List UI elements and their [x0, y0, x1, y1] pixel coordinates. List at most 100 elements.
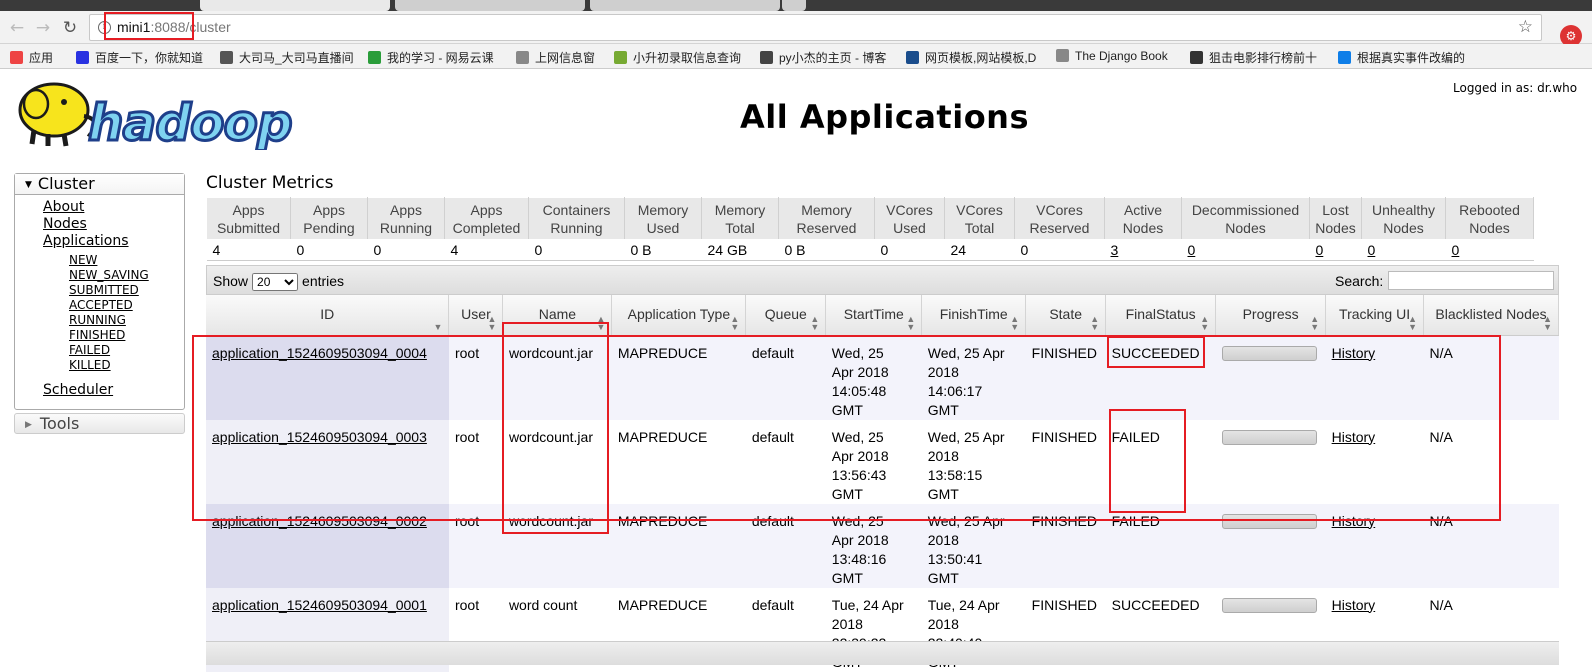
entries-select[interactable]: 20 [252, 273, 299, 291]
app-id-link[interactable]: application_1524609503094_0003 [212, 429, 427, 445]
info-icon[interactable]: i [98, 21, 111, 34]
bookmark-item[interactable]: 根据真实事件改编的 [1338, 49, 1465, 66]
bookmark-item[interactable]: py小杰的主页 - 博客 [760, 49, 886, 66]
tracking-link[interactable]: History [1332, 513, 1376, 529]
bookmark-label: 小升初录取信息查询 [633, 51, 742, 65]
metrics-node-link[interactable]: 0 [1188, 242, 1196, 258]
bookmark-icon [614, 51, 627, 64]
state-cell: FINISHED [1031, 596, 1098, 613]
metrics-header-line: Reserved [1029, 219, 1090, 236]
sidebar-state-accepted[interactable]: ACCEPTED [69, 298, 133, 312]
metrics-value[interactable]: 0 [1309, 239, 1362, 261]
bookmark-item[interactable]: 大司马_大司马直播间 [220, 49, 354, 66]
bookmark-item[interactable]: 应用 [10, 49, 53, 66]
column-header-label: Application Type [627, 306, 731, 323]
reload-icon[interactable]: ↻ [59, 17, 81, 39]
type-cell: MAPREDUCE [617, 344, 708, 361]
sidebar-state-submitted[interactable]: SUBMITTED [69, 283, 139, 297]
forward-icon[interactable]: → [32, 17, 54, 39]
bookmark-item[interactable]: 网页模板,网站模板,D [906, 49, 1036, 66]
tracking-link[interactable]: History [1332, 345, 1376, 361]
column-header[interactable]: Queue ▲ ▼ [745, 295, 827, 336]
sidebar-state-finished[interactable]: FINISHED [69, 328, 125, 342]
bookmark-item[interactable]: 百度一下，你就知道 [76, 49, 203, 66]
app-id-link[interactable]: application_1524609503094_0001 [212, 597, 427, 613]
metrics-value: 4 [206, 239, 291, 261]
tracking-link[interactable]: History [1332, 597, 1376, 613]
search-label: Search: [1335, 273, 1384, 289]
app-id-link[interactable]: application_1524609503094_0004 [212, 345, 427, 361]
column-header[interactable]: Blacklisted Nodes ▲ ▼ [1423, 295, 1559, 336]
sidebar-state-running[interactable]: RUNNING [69, 313, 126, 327]
metrics-header-line: Decommissioned [1191, 201, 1300, 218]
type-cell: MAPREDUCE [617, 596, 708, 613]
bookmark-star-icon[interactable]: ☆ [1518, 17, 1533, 37]
column-header[interactable]: FinalStatus ▲ ▼ [1105, 295, 1217, 336]
column-header[interactable]: Progress ▲ ▼ [1215, 295, 1327, 336]
sidebar-state-failed[interactable]: FAILED [69, 343, 110, 357]
metrics-node-link[interactable]: 0 [1452, 242, 1460, 258]
sidebar-state-new[interactable]: NEW [69, 253, 97, 267]
metrics-header-line: Running [550, 219, 603, 236]
user-cell: root [454, 512, 480, 529]
bookmark-item[interactable]: 上网信息窗 [516, 49, 595, 66]
finish-time-cell-line: 2018 [927, 447, 959, 464]
netease-icon [368, 51, 381, 64]
column-header[interactable]: StartTime ▲ ▼ [825, 295, 923, 336]
finish-time-cell-line: GMT [927, 569, 959, 586]
app-id-link[interactable]: application_1524609503094_0002 [212, 513, 427, 529]
metrics-header: Lost Nodes [1309, 197, 1362, 240]
bookmark-item[interactable]: 小升初录取信息查询 [614, 49, 741, 66]
browser-tab[interactable] [200, 0, 390, 11]
metrics-node-link[interactable]: 0 [1368, 242, 1376, 258]
user-cell: root [448, 335, 503, 420]
bookmark-item[interactable]: 狙击电影排行榜前十 [1190, 49, 1317, 66]
sidebar-item-about[interactable]: About [43, 199, 84, 215]
sidebar-item-nodes[interactable]: Nodes [43, 216, 87, 232]
search-input[interactable] [1388, 271, 1554, 290]
metrics-value[interactable]: 0 [1445, 239, 1534, 261]
browser-tab[interactable] [590, 0, 780, 11]
bookmark-item[interactable]: 我的学习 - 网易云课 [368, 49, 494, 66]
column-header[interactable]: Application Type ▲ ▼ [611, 295, 747, 336]
sidebar-item-applications[interactable]: Applications [43, 233, 129, 249]
address-bar[interactable]: i mini1:8088/cluster ☆ [89, 14, 1542, 41]
sidebar-cluster-header[interactable]: ▼ Cluster [15, 174, 184, 195]
sort-icon: ▲ ▼ [596, 313, 606, 332]
hadoop-logo: hadoop [18, 82, 294, 150]
sidebar-item-scheduler[interactable]: Scheduler [43, 382, 113, 398]
column-header[interactable]: Name ▲ ▼ [502, 295, 613, 336]
name-cell: wordcount.jar [502, 335, 612, 420]
metrics-value[interactable]: 0 [1361, 239, 1446, 261]
column-header[interactable]: ID ▼ [206, 295, 450, 336]
bookmark-item[interactable]: The Django Book [1056, 49, 1168, 63]
metrics-value-text: 0 [1020, 242, 1029, 258]
type-cell: MAPREDUCE [617, 428, 708, 445]
queue-cell: default [751, 344, 794, 361]
metrics-header-line: Unhealthy [1371, 201, 1436, 218]
sidebar-tools-header[interactable]: ▶ Tools [14, 413, 185, 434]
tracking-link[interactable]: History [1332, 429, 1376, 445]
blacklisted-cell: N/A [1423, 503, 1559, 588]
final-status-cell: SUCCEEDED [1111, 596, 1200, 613]
metrics-node-link[interactable]: 3 [1111, 242, 1119, 258]
metrics-value[interactable]: 0 [1181, 239, 1310, 261]
browser-tab[interactable] [395, 0, 585, 11]
metrics-header: Containers Running [528, 197, 625, 240]
column-header[interactable]: Tracking UI ▲ ▼ [1325, 295, 1425, 336]
sidebar-state-new-saving[interactable]: NEW_SAVING [69, 268, 149, 282]
back-icon[interactable]: ← [6, 17, 28, 39]
start-time-cell-line: GMT [831, 485, 863, 502]
bookmark-label: 上网信息窗 [535, 51, 596, 65]
metrics-node-link[interactable]: 0 [1316, 242, 1324, 258]
column-header[interactable]: User ▲ ▼ [448, 295, 504, 336]
column-header[interactable]: State ▲ ▼ [1025, 295, 1107, 336]
final-status-cell: FAILED [1105, 419, 1216, 504]
sort-icon: ▲ ▼ [810, 313, 820, 332]
sidebar-state-killed[interactable]: KILLED [69, 358, 111, 372]
applications-table: ID ▼ User ▲ ▼ Name ▲ ▼ Application Type ▲ ▼ Queue ▲ ▼… [206, 295, 1559, 672]
metrics-value[interactable]: 3 [1104, 239, 1182, 261]
new-tab-button[interactable] [782, 0, 806, 11]
final-status-cell: FAILED [1105, 503, 1216, 588]
column-header[interactable]: FinishTime ▲ ▼ [921, 295, 1027, 336]
